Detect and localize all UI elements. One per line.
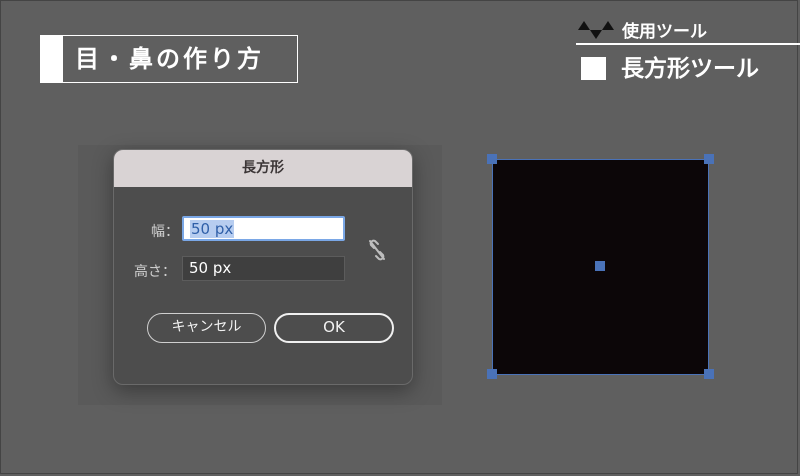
rectangle-dialog: 長方形 幅： 50 px 高さ： 50 px キャンセル OK xyxy=(113,149,413,385)
dialog-title: 長方形 xyxy=(114,150,412,187)
title-box: 目・鼻の作り方 xyxy=(40,35,298,83)
cancel-button[interactable]: キャンセル xyxy=(147,313,266,343)
width-input[interactable]: 50 px xyxy=(182,216,345,241)
triangle-icon xyxy=(578,21,590,30)
page-title: 目・鼻の作り方 xyxy=(75,45,264,73)
tool-divider xyxy=(576,43,800,45)
resize-handle-top-right[interactable] xyxy=(704,154,714,164)
triangle-icon xyxy=(590,30,602,39)
tool-heading-label: 使用ツール xyxy=(622,22,707,42)
unlink-icon[interactable] xyxy=(366,238,388,262)
tool-name-label: 長方形ツール xyxy=(621,56,759,82)
resize-handle-bottom-right[interactable] xyxy=(704,369,714,379)
tool-heading: 使用ツール xyxy=(574,15,800,42)
resize-handle-bottom-left[interactable] xyxy=(487,369,497,379)
center-point xyxy=(595,261,605,271)
rectangle-tool-icon xyxy=(581,57,606,80)
height-input[interactable]: 50 px xyxy=(182,256,345,281)
ok-button[interactable]: OK xyxy=(274,313,394,343)
height-label: 高さ： xyxy=(134,264,176,280)
width-label: 幅： xyxy=(151,224,179,240)
width-input-value: 50 px xyxy=(190,220,235,238)
resize-handle-top-left[interactable] xyxy=(487,154,497,164)
triangle-icon xyxy=(602,21,614,30)
title-accent-bar xyxy=(41,36,63,82)
